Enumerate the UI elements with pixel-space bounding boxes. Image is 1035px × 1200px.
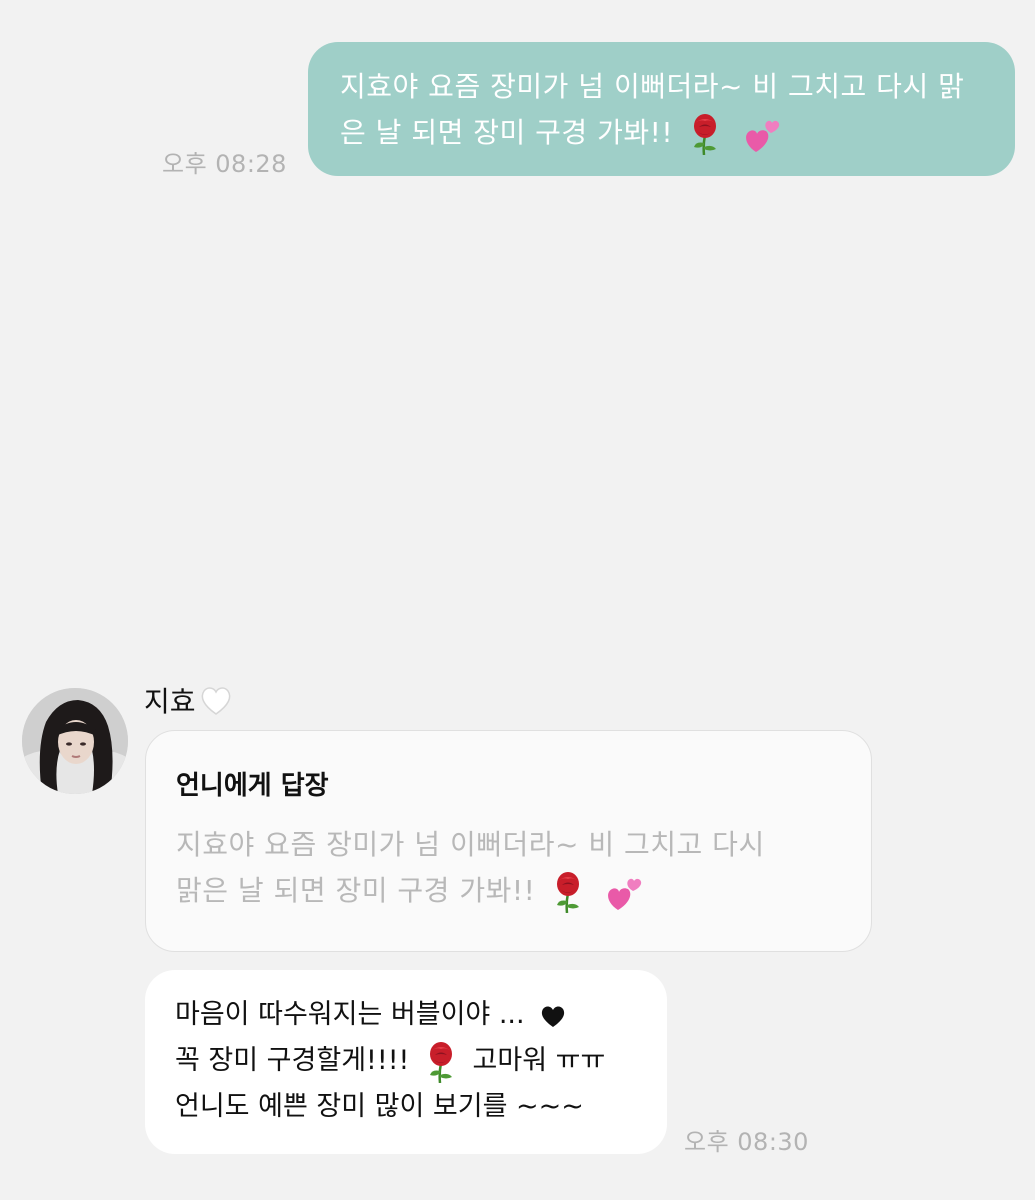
avatar[interactable] bbox=[22, 688, 128, 794]
quoted-message: 지효야 요즘 장미가 넘 이뻐더라~ 비 그치고 다시 맑은 날 되면 장미 구… bbox=[176, 822, 843, 914]
outgoing-message-bubble[interactable]: 지효야 요즘 장미가 넘 이뻐더라~ 비 그치고 다시 맑 은 날 되면 장미 … bbox=[308, 42, 1015, 176]
two-hearts-emoji-icon bbox=[604, 872, 644, 912]
incoming-message-line-2a: 꼭 장미 구경할게!!!! bbox=[175, 1045, 410, 1076]
incoming-message-line-1-wrap: 마음이 따수워지는 버블이야 ... bbox=[175, 992, 657, 1038]
incoming-message-line-1: 마음이 따수워지는 버블이야 ... bbox=[175, 999, 525, 1030]
avatar-photo bbox=[22, 688, 128, 794]
reply-quote-card[interactable]: 언니에게 답장 지효야 요즘 장미가 넘 이뻐더라~ 비 그치고 다시 맑은 날… bbox=[145, 730, 872, 952]
outgoing-message-line-2: 은 날 되면 장미 구경 가봐!! bbox=[340, 116, 674, 149]
white-heart-icon bbox=[201, 687, 230, 715]
incoming-message-line-3: 언니도 예쁜 장미 많이 보기를 ~~~ bbox=[175, 1091, 584, 1122]
outgoing-message-line-1: 지효야 요즘 장미가 넘 이뻐더라~ 비 그치고 다시 맑 bbox=[340, 70, 965, 103]
rose-emoji-icon bbox=[688, 113, 722, 155]
quoted-message-line-2-wrap: 맑은 날 되면 장미 구경 가봐!! bbox=[176, 868, 843, 914]
rose-emoji-icon bbox=[551, 871, 585, 913]
outgoing-message-line-2-wrap: 은 날 되면 장미 구경 가봐!! bbox=[340, 110, 987, 156]
sender-name-text: 지효 bbox=[144, 685, 196, 718]
incoming-message-line-2-wrap: 꼭 장미 구경할게!!!! 고마워 ㅠㅠ bbox=[175, 1038, 657, 1084]
quoted-message-line-2: 맑은 날 되면 장미 구경 가봐!! bbox=[176, 874, 536, 907]
two-hearts-emoji-icon bbox=[742, 114, 782, 154]
black-heart-icon bbox=[542, 1005, 565, 1027]
incoming-timestamp: 오후 08:30 bbox=[684, 1128, 809, 1156]
rose-emoji-icon bbox=[424, 1041, 458, 1083]
outgoing-timestamp: 오후 08:28 bbox=[162, 150, 287, 178]
chat-view: 지효야 요즘 장미가 넘 이뻐더라~ 비 그치고 다시 맑 은 날 되면 장미 … bbox=[0, 0, 1035, 1200]
incoming-message-bubble[interactable]: 마음이 따수워지는 버블이야 ... 꼭 장미 구경할게!!!! 고마워 ㅠㅠ … bbox=[145, 970, 667, 1154]
incoming-message-line-2b: 고마워 ㅠㅠ bbox=[472, 1045, 606, 1076]
quoted-message-line-1: 지효야 요즘 장미가 넘 이뻐더라~ 비 그치고 다시 bbox=[176, 828, 765, 861]
sender-name: 지효 bbox=[144, 680, 234, 720]
reply-header: 언니에게 답장 bbox=[176, 771, 329, 801]
